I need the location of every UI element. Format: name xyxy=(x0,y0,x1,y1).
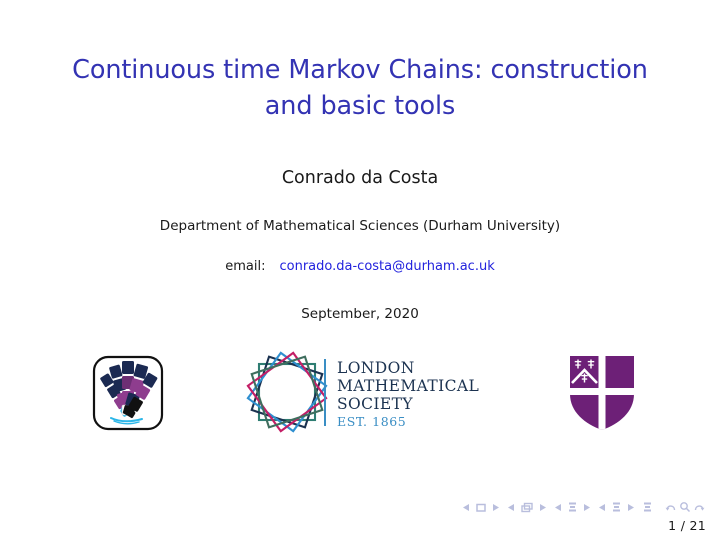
title-line-1: Continuous time Markov Chains: construct… xyxy=(72,55,648,85)
slide-stack-icon[interactable] xyxy=(520,502,534,513)
subsection-marker-icon[interactable] xyxy=(567,501,578,513)
section-marker-icon[interactable] xyxy=(611,501,622,513)
london-mathematical-society-logo: LONDON MATHEMATICAL SOCIETY EST. 1865 xyxy=(245,350,490,436)
email-row: email: conrado.da-costa@durham.ac.uk xyxy=(0,259,720,274)
email-label: email: xyxy=(225,259,266,274)
search-icon[interactable] xyxy=(679,501,691,513)
author-name: Conrado da Costa xyxy=(281,168,439,188)
next-subsection-icon[interactable] xyxy=(582,502,591,513)
lms-line-2: MATHEMATICAL xyxy=(337,377,479,395)
previous-slide-icon[interactable] xyxy=(507,502,516,513)
lms-line-1: LONDON xyxy=(337,359,415,377)
nav-group-history[interactable] xyxy=(665,501,705,513)
title-line-2: and basic tools xyxy=(264,91,456,121)
page-counter: 1 / 21 xyxy=(668,518,706,533)
next-frame-icon[interactable] xyxy=(491,502,500,513)
email-link[interactable]: conrado.da-costa@durham.ac.uk xyxy=(280,259,495,274)
frame-square-icon[interactable] xyxy=(475,502,487,513)
lms-established: EST. 1865 xyxy=(337,414,406,429)
first-frame-icon[interactable] xyxy=(462,502,471,513)
beamer-navigation-bar[interactable] xyxy=(455,498,705,516)
previous-section-icon[interactable] xyxy=(598,502,607,513)
nav-group-document[interactable] xyxy=(642,501,653,513)
back-arrow-icon[interactable] xyxy=(665,501,677,513)
forward-arrow-icon[interactable] xyxy=(693,501,705,513)
nav-group-slide[interactable] xyxy=(507,502,547,513)
presentation-date: September, 2020 xyxy=(301,306,419,322)
durham-university-shield-logo xyxy=(563,350,641,436)
nav-group-section[interactable] xyxy=(598,501,635,513)
previous-subsection-icon[interactable] xyxy=(554,502,563,513)
fan-badge-logo xyxy=(90,350,166,436)
nav-group-frame[interactable] xyxy=(462,502,500,513)
document-marker-icon[interactable] xyxy=(642,501,653,513)
next-slide-icon[interactable] xyxy=(538,502,547,513)
page-title: Continuous time Markov Chains: construct… xyxy=(0,52,720,124)
lms-line-3: SOCIETY xyxy=(337,395,413,413)
presentation-slide: Continuous time Markov Chains: construct… xyxy=(0,0,720,541)
next-section-icon[interactable] xyxy=(626,502,635,513)
logo-row: LONDON MATHEMATICAL SOCIETY EST. 1865 xyxy=(0,350,720,440)
nav-group-subsection[interactable] xyxy=(554,501,591,513)
author-affiliation: Department of Mathematical Sciences (Dur… xyxy=(159,218,561,234)
